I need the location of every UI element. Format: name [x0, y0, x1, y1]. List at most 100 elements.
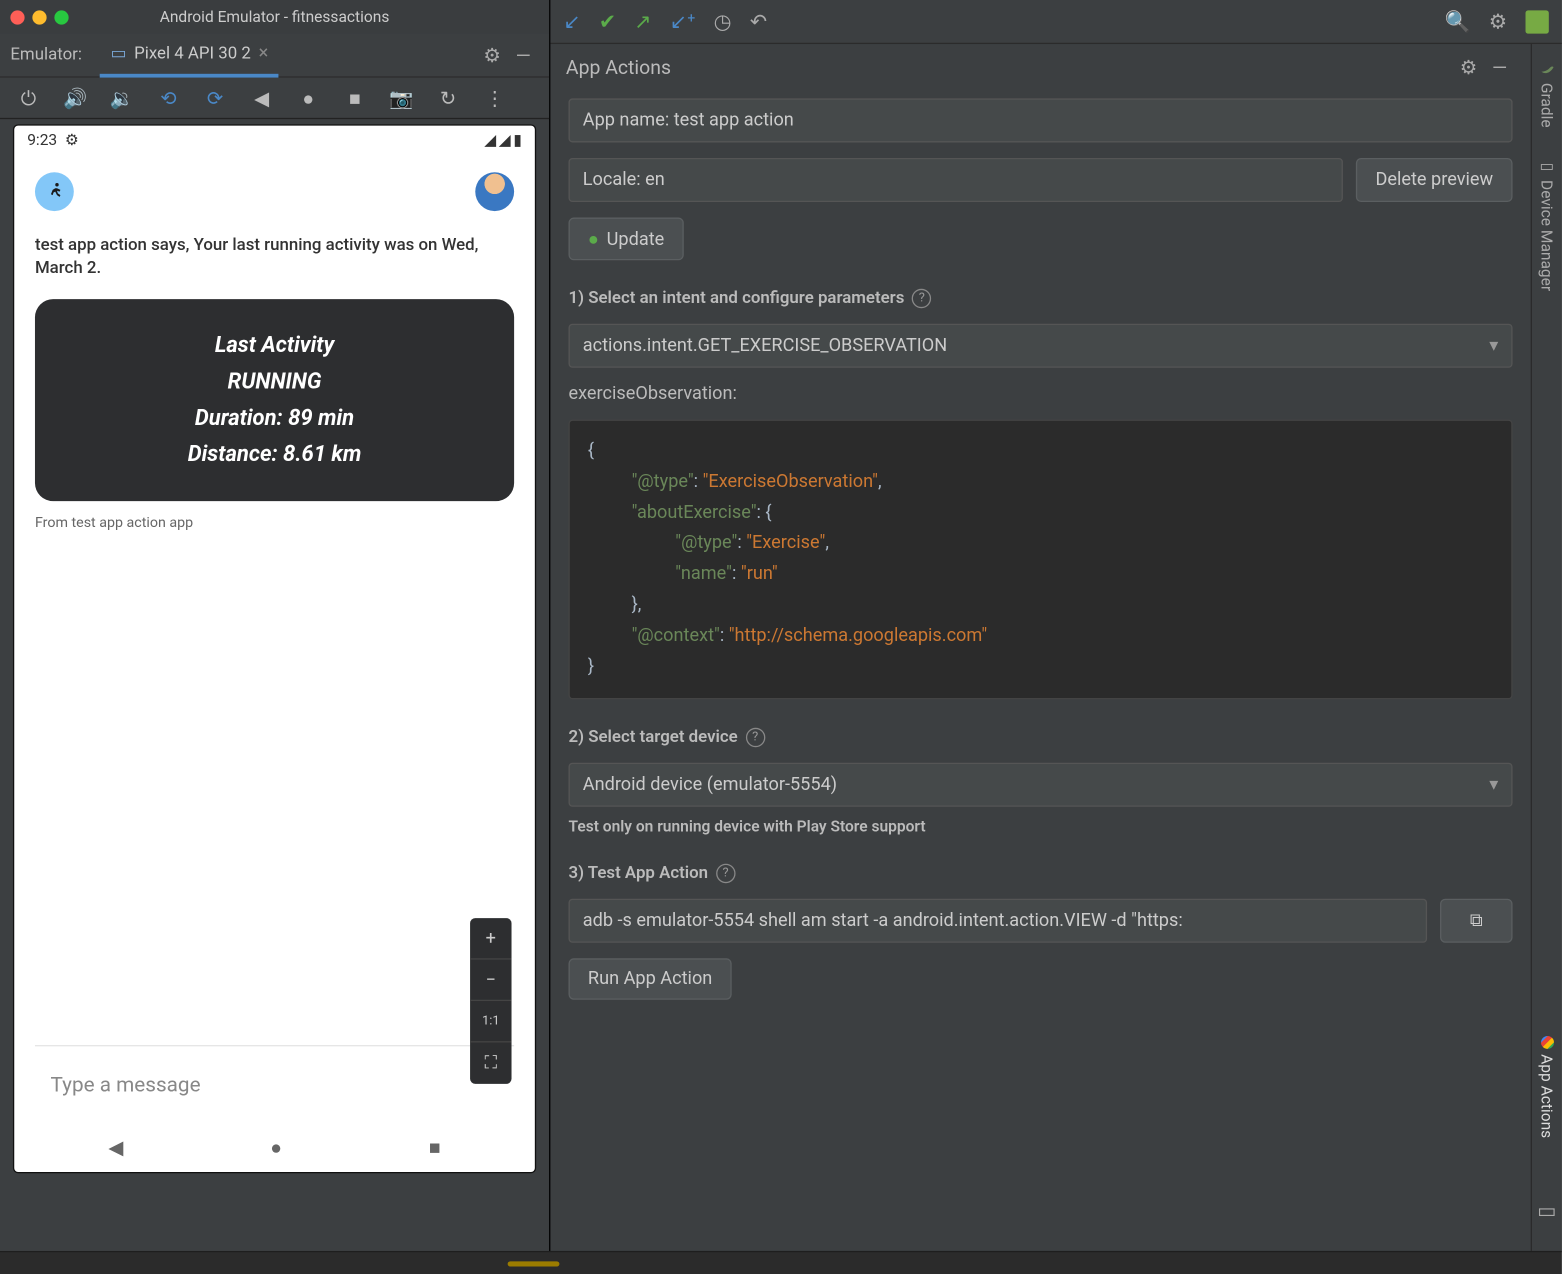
rotate-right-icon[interactable]: ⟳: [199, 82, 230, 113]
gear-icon[interactable]: ⚙: [1453, 52, 1484, 83]
card-duration: Duration: 89 min: [43, 406, 507, 432]
minimize-icon[interactable]: —: [508, 39, 539, 70]
device-bottom-icon[interactable]: ▭: [1537, 1198, 1557, 1223]
emulator-window: Android Emulator - fitnessactions Emulat…: [0, 0, 550, 1251]
gradle-icon: [1538, 60, 1556, 78]
message-input[interactable]: Type a message: [35, 1045, 514, 1123]
search-icon[interactable]: 🔍: [1445, 9, 1471, 34]
step3-label: 3) Test App Action ?: [569, 864, 1513, 883]
device-manager-tab[interactable]: ▭ Device Manager: [1538, 151, 1556, 296]
chevron-down-icon: ▾: [1489, 775, 1498, 796]
emulator-tab[interactable]: ▭ Pixel 4 API 30 2 ×: [100, 33, 279, 77]
card-type: RUNNING: [43, 370, 507, 396]
profile-avatar[interactable]: [1526, 10, 1549, 33]
check-circle-icon: ●: [588, 228, 599, 250]
volume-up-icon[interactable]: 🔊: [60, 82, 91, 113]
copy-button[interactable]: ⧉: [1440, 899, 1513, 943]
window-close-icon[interactable]: [10, 10, 24, 24]
activity-card: Last Activity RUNNING Duration: 89 min D…: [35, 300, 514, 502]
arrow-up-right-icon[interactable]: ↗: [634, 9, 651, 34]
gear-icon: ⚙: [65, 131, 79, 149]
delete-preview-button[interactable]: Delete preview: [1356, 158, 1513, 202]
nav-home-icon[interactable]: ●: [270, 1136, 282, 1159]
status-time: 9:23: [27, 131, 57, 149]
card-title: Last Activity: [43, 333, 507, 359]
ide-footer: [0, 1251, 1562, 1274]
param-json[interactable]: { "@type": "ExerciseObservation", "about…: [569, 420, 1513, 700]
param-label: exerciseObservation:: [569, 383, 1513, 404]
device-icon: ▭: [1538, 156, 1556, 174]
panel-header: App Actions ⚙ —: [550, 44, 1530, 91]
card-caption: From test app action app: [35, 515, 514, 532]
record-icon[interactable]: ↻: [433, 82, 464, 113]
step1-label: 1) Select an intent and configure parame…: [569, 289, 1513, 308]
fullscreen-icon[interactable]: ⛶: [470, 1042, 511, 1083]
rotate-left-icon[interactable]: ⟲: [153, 82, 184, 113]
top-toolbar: ↙ ✔ ↗ ↙⁺ ◷ ↶ 🔍 ⚙: [550, 0, 1561, 44]
locale-input[interactable]: Locale: en: [569, 158, 1344, 202]
volume-down-icon[interactable]: 🔉: [106, 82, 137, 113]
card-distance: Distance: 8.61 km: [43, 442, 507, 468]
zoom-out-icon[interactable]: −: [470, 960, 511, 1001]
more-icon[interactable]: ⋮: [479, 82, 510, 113]
undo-icon[interactable]: ↶: [750, 9, 767, 34]
app-actions-tab[interactable]: App Actions: [1538, 1031, 1556, 1144]
gear-icon[interactable]: ⚙: [1489, 9, 1508, 34]
nav-overview-icon[interactable]: ■: [429, 1136, 441, 1159]
right-gutter: Gradle ▭ Device Manager App Actions ▭: [1531, 44, 1562, 1251]
gear-icon[interactable]: ⚙: [477, 39, 508, 70]
device-select[interactable]: Android device (emulator-5554) ▾: [569, 763, 1513, 807]
ide-right-pane: ↙ ✔ ↗ ↙⁺ ◷ ↶ 🔍 ⚙ App Actions ⚙ —: [550, 0, 1561, 1251]
signal-icon: ◢: [499, 131, 511, 149]
app-name-input[interactable]: App name: test app action: [569, 98, 1513, 142]
emulator-label: Emulator:: [10, 45, 82, 64]
close-tab-icon[interactable]: ×: [259, 43, 269, 64]
merge-icon[interactable]: ↙⁺: [670, 9, 696, 34]
device-icon: ▭: [110, 43, 126, 62]
wifi-icon: ◢: [484, 131, 496, 149]
help-icon[interactable]: ?: [746, 728, 765, 747]
battery-icon: ▮: [513, 131, 522, 149]
copy-icon: ⧉: [1470, 911, 1483, 932]
message-placeholder: Type a message: [51, 1072, 201, 1097]
status-bar: 9:23 ⚙ ◢ ◢ ▮: [14, 126, 535, 154]
avatar[interactable]: [475, 172, 514, 211]
emulator-titlebar: Android Emulator - fitnessactions: [0, 0, 549, 34]
window-title: Android Emulator - fitnessactions: [0, 8, 549, 26]
window-minimize-icon[interactable]: [32, 10, 46, 24]
step2-label: 2) Select target device ?: [569, 728, 1513, 747]
history-icon[interactable]: ◷: [714, 9, 732, 34]
zoom-reset[interactable]: 1:1: [470, 1001, 511, 1042]
panel-title: App Actions: [566, 56, 671, 79]
android-navbar: ◀ ● ■: [35, 1123, 514, 1172]
overview-icon[interactable]: ■: [339, 82, 370, 113]
assistant-icon: [1540, 1036, 1553, 1049]
emulator-controls: ⏻ 🔊 🔉 ⟲ ⟳ ◀ ● ■ 📷 ↻ ⋮: [0, 78, 549, 119]
zoom-controls: + − 1:1 ⛶: [470, 918, 511, 1084]
update-button[interactable]: ● Update: [569, 218, 684, 261]
home-icon[interactable]: ●: [293, 82, 324, 113]
run-app-action-button[interactable]: Run App Action: [569, 959, 732, 1000]
help-icon[interactable]: ?: [912, 289, 931, 308]
assistant-message: test app action says, Your last running …: [35, 234, 514, 281]
back-icon[interactable]: ◀: [246, 82, 277, 113]
emulator-tab-label: Pixel 4 API 30 2: [134, 43, 251, 62]
window-zoom-icon[interactable]: [54, 10, 68, 24]
device-hint: Test only on running device with Play St…: [569, 818, 1513, 836]
screenshot-icon[interactable]: 📷: [386, 82, 417, 113]
device-screen: 9:23 ⚙ ◢ ◢ ▮ t: [13, 124, 536, 1173]
help-icon[interactable]: ?: [716, 864, 735, 883]
emulator-tabbar: Emulator: ▭ Pixel 4 API 30 2 × ⚙ —: [0, 34, 549, 78]
check-icon[interactable]: ✔: [599, 9, 616, 34]
footer-indicator: [508, 1261, 560, 1266]
power-icon[interactable]: ⏻: [13, 82, 44, 113]
minimize-icon[interactable]: —: [1484, 52, 1515, 83]
arrow-down-left-icon[interactable]: ↙: [563, 9, 580, 34]
adb-command[interactable]: adb -s emulator-5554 shell am start -a a…: [569, 899, 1428, 943]
running-icon: [35, 172, 74, 211]
intent-select[interactable]: actions.intent.GET_EXERCISE_OBSERVATION …: [569, 324, 1513, 368]
zoom-in-icon[interactable]: +: [470, 918, 511, 959]
nav-back-icon[interactable]: ◀: [108, 1136, 123, 1159]
gradle-tab[interactable]: Gradle: [1538, 54, 1556, 132]
chevron-down-icon: ▾: [1489, 335, 1498, 356]
